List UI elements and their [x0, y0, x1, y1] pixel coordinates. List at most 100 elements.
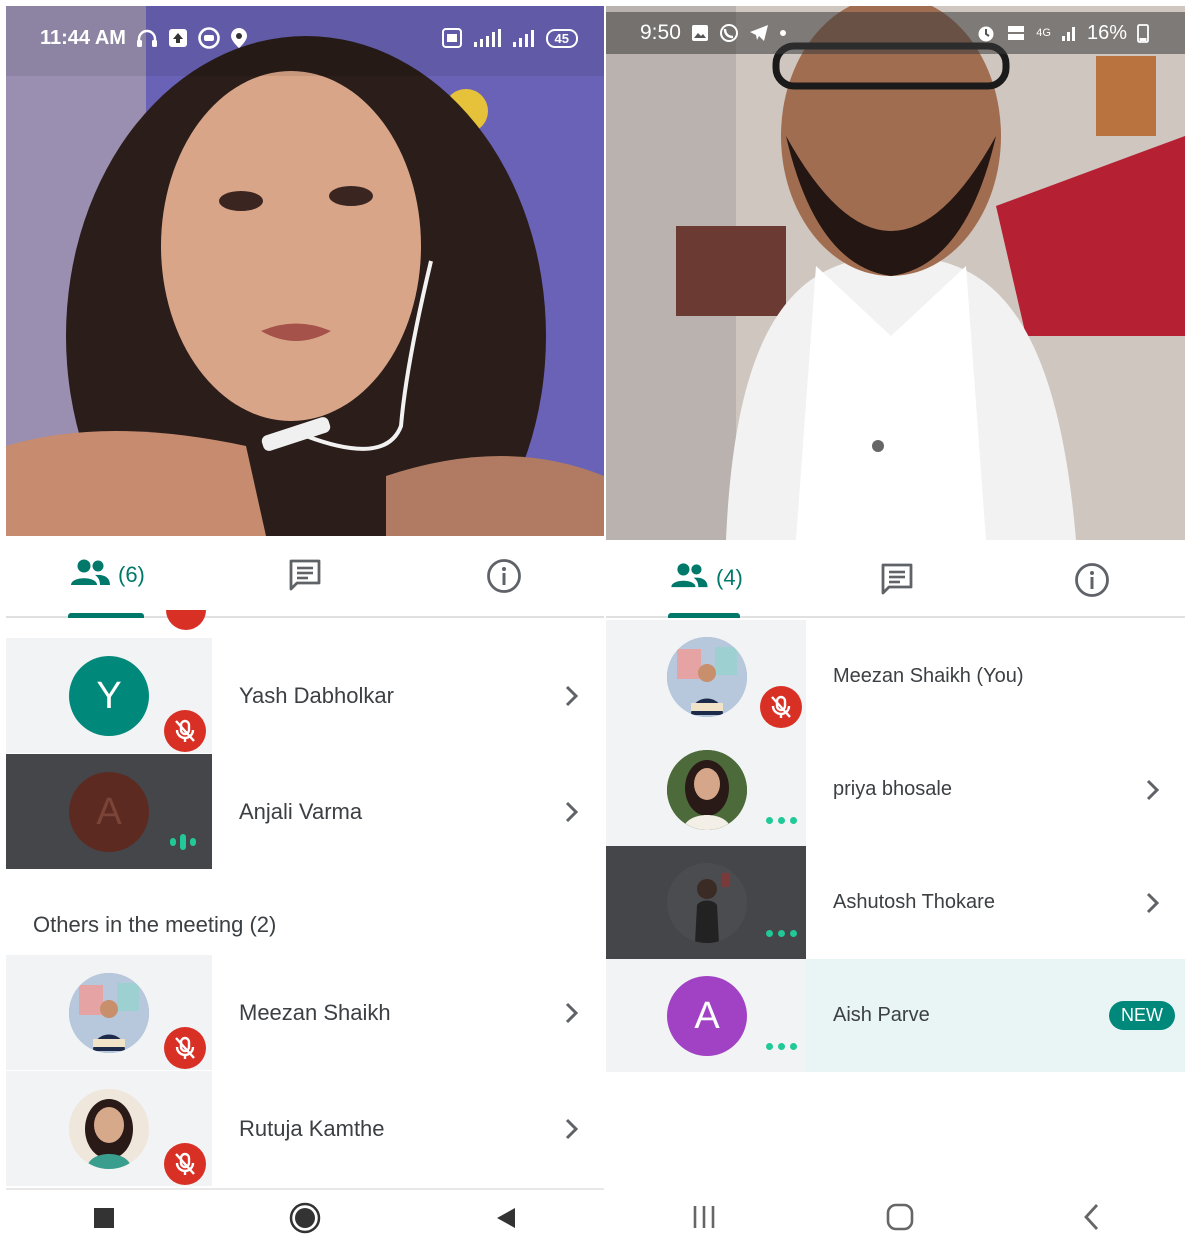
participant-row[interactable]: A Anjali Varma	[6, 754, 604, 869]
signal-icon	[1061, 24, 1077, 42]
info-icon	[1074, 562, 1110, 604]
participant-row[interactable]: Rutuja Kamthe	[6, 1071, 604, 1186]
battery-level: 45	[554, 30, 569, 46]
participant-name: Aish Parve	[833, 1004, 930, 1026]
avatar: A	[69, 772, 149, 852]
tab-bar: (4)	[606, 540, 1185, 618]
status-time: 9:50	[640, 21, 681, 44]
more-dots-icon	[766, 1043, 797, 1050]
participant-row[interactable]: Ashutosh Thokare	[606, 846, 1185, 959]
home-button[interactable]	[886, 1203, 914, 1236]
call-icon	[719, 23, 739, 43]
volte-icon	[441, 28, 462, 48]
back-button[interactable]	[1083, 1203, 1101, 1236]
chevron-right-icon[interactable]	[1133, 891, 1173, 915]
alarm-icon	[976, 23, 996, 43]
avatar-initial: A	[694, 994, 720, 1037]
participant-name: Meezan Shaikh	[239, 999, 391, 1025]
tab-bar: (6)	[6, 540, 604, 618]
people-icon	[70, 558, 110, 592]
people-count: (6)	[118, 562, 145, 587]
avatar-zone: Y	[6, 638, 212, 753]
people-count: (4)	[716, 565, 743, 590]
avatar: Y	[69, 656, 149, 736]
participant-row[interactable]: Y Yash Dabholkar	[6, 638, 604, 753]
participant-name: Yash Dabholkar	[239, 682, 394, 708]
avatar-zone: A	[6, 754, 212, 869]
participant-name: Meezan Shaikh (You)	[833, 665, 1024, 687]
right-phone-screen: 9:50 4G 16% (4) Meezan Shaikh (You) priy…	[606, 0, 1185, 1250]
others-section-label: Others in the meeting (2)	[33, 912, 277, 937]
chevron-right-icon[interactable]	[552, 684, 592, 708]
signal-icon	[512, 28, 536, 48]
chevron-right-icon[interactable]	[552, 800, 592, 824]
participant-row[interactable]: priya bhosale	[606, 733, 1185, 846]
tab-chat[interactable]	[880, 562, 914, 602]
status-time: 11:44 AM	[40, 26, 126, 49]
avatar-initial: A	[96, 790, 122, 833]
speaking-indicator-icon	[170, 834, 196, 850]
video-feed-main	[606, 6, 1185, 540]
chevron-right-icon[interactable]	[1133, 778, 1173, 802]
android-nav-bar	[606, 1188, 1185, 1250]
volte-icon	[1006, 23, 1026, 43]
back-button[interactable]	[495, 1206, 517, 1235]
people-icon	[670, 562, 708, 594]
tab-chat[interactable]	[288, 558, 322, 598]
avatar-zone	[606, 733, 806, 846]
home-button[interactable]	[289, 1202, 321, 1239]
tab-info[interactable]	[486, 558, 522, 600]
battery-icon: 45	[545, 28, 578, 48]
participant-name: Ashutosh Thokare	[833, 891, 995, 913]
participant-name: Anjali Varma	[239, 798, 363, 824]
avatar-zone	[6, 1071, 212, 1186]
avatar-photo	[667, 750, 747, 830]
mic-off-icon	[164, 1027, 206, 1069]
avatar-zone	[606, 846, 806, 959]
video-feed-main	[6, 6, 604, 536]
avatar-photo	[667, 637, 747, 717]
active-tab-indicator	[668, 613, 740, 618]
new-badge: NEW	[1109, 1001, 1175, 1030]
headphones-icon	[136, 28, 158, 48]
chevron-right-icon[interactable]	[552, 1117, 592, 1141]
gallery-icon	[691, 24, 709, 42]
network-type: 4G	[1036, 26, 1051, 39]
left-phone-screen: 11:44 AM 45 (6) Y Yash Dabholkar A Anjal…	[6, 0, 604, 1250]
mic-off-icon	[164, 710, 206, 752]
avatar-zone: A	[606, 959, 806, 1072]
participant-row: Meezan Shaikh (You)	[606, 620, 1185, 733]
avatar-photo	[69, 1089, 149, 1169]
participant-name: priya bhosale	[833, 778, 952, 800]
android-nav-bar	[6, 1188, 604, 1250]
more-dots-icon	[766, 817, 797, 824]
info-icon	[486, 558, 522, 600]
recents-button[interactable]	[93, 1207, 115, 1234]
status-bar: 9:50 4G 16%	[606, 12, 1185, 54]
upload-icon	[168, 28, 188, 48]
participant-row[interactable]: Meezan Shaikh	[6, 955, 604, 1070]
tab-info[interactable]	[1074, 562, 1110, 604]
tab-people[interactable]: (6)	[70, 558, 145, 592]
avatar-photo	[69, 973, 149, 1053]
avatar-photo	[667, 863, 747, 943]
recents-button[interactable]	[691, 1204, 717, 1235]
mic-off-icon	[164, 1143, 206, 1185]
signal-4g-icon	[472, 28, 502, 48]
avatar-initial: Y	[96, 674, 122, 717]
battery-icon	[1137, 23, 1149, 43]
tab-people[interactable]: (4)	[670, 562, 743, 594]
notification-dot-icon	[779, 29, 787, 37]
location-icon	[230, 27, 248, 49]
mic-off-icon	[760, 686, 802, 728]
participant-row[interactable]: A Aish Parve NEW	[606, 959, 1185, 1072]
telegram-icon	[749, 24, 769, 42]
active-tab-indicator	[68, 613, 144, 618]
avatar-zone	[6, 955, 212, 1070]
participant-name: Rutuja Kamthe	[239, 1115, 385, 1141]
chevron-right-icon[interactable]	[552, 1001, 592, 1025]
avatar: A	[667, 976, 747, 1056]
chat-icon	[288, 558, 322, 598]
avatar-zone	[606, 620, 806, 733]
messenger-icon	[198, 27, 220, 49]
